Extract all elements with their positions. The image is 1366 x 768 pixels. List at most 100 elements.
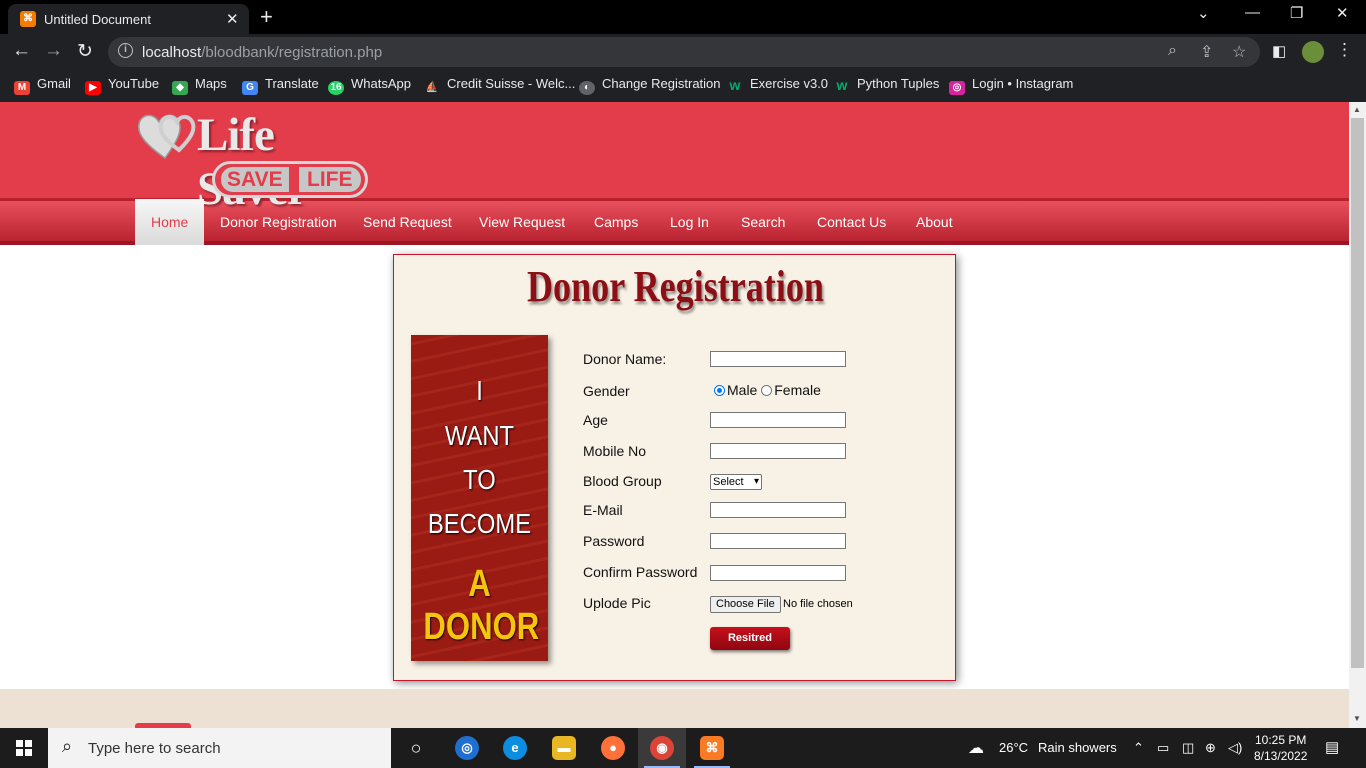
firefox-icon[interactable]: ● bbox=[601, 736, 625, 760]
age-input[interactable] bbox=[710, 412, 846, 428]
page-scrollbar[interactable]: ▲ ▼ bbox=[1349, 102, 1366, 728]
browser-tab[interactable]: ⌘ Untitled Document ✕ bbox=[8, 4, 249, 34]
password-label: Password bbox=[583, 533, 645, 549]
url-text[interactable]: localhost/bloodbank/registration.php bbox=[142, 44, 382, 61]
gender-male-label[interactable]: Male bbox=[727, 382, 757, 398]
bookmark-instagram[interactable]: ◎ Login • Instagram bbox=[949, 76, 1073, 96]
site-logo[interactable]: Life Saver SAVE LIFE bbox=[135, 102, 380, 215]
bookmark-maps[interactable]: ◆ Maps bbox=[172, 76, 227, 96]
xampp-icon[interactable]: ⌘ bbox=[700, 736, 724, 760]
confirm-password-input[interactable] bbox=[710, 565, 846, 581]
profile-avatar[interactable] bbox=[1302, 41, 1324, 63]
bookmark-exercise[interactable]: w Exercise v3.0 bbox=[727, 76, 829, 96]
scroll-up-icon[interactable]: ▲ bbox=[1353, 105, 1361, 114]
gender-male-radio[interactable] bbox=[714, 385, 725, 396]
minimize-icon[interactable]: — bbox=[1245, 4, 1260, 21]
nav-search[interactable]: Search bbox=[741, 199, 785, 245]
blood-group-select[interactable]: Select ▾ bbox=[710, 474, 762, 490]
share-icon[interactable]: ⇪ bbox=[1200, 42, 1213, 62]
nav-donor-registration[interactable]: Donor Registration bbox=[220, 199, 337, 245]
age-label: Age bbox=[583, 412, 608, 428]
chevron-up-icon[interactable]: ⌃ bbox=[1133, 740, 1144, 756]
bookmark-change-registration[interactable]: ◐ Change Registration bbox=[579, 76, 721, 96]
nav-contact-us[interactable]: Contact Us bbox=[817, 199, 886, 245]
bookmark-credit-suisse[interactable]: ⛵ Credit Suisse - Welc... bbox=[424, 76, 576, 96]
nav-about[interactable]: About bbox=[916, 199, 953, 245]
form-title: Donor Registration bbox=[527, 262, 824, 311]
email-input[interactable] bbox=[710, 502, 846, 518]
bookmark-python-tuples[interactable]: w Python Tuples bbox=[834, 76, 940, 96]
whatsapp-icon: 16 bbox=[328, 81, 344, 95]
page-footer bbox=[0, 689, 1349, 728]
windows-start-icon[interactable] bbox=[16, 740, 32, 756]
w3schools-icon: w bbox=[836, 77, 848, 93]
nav-camps[interactable]: Camps bbox=[594, 199, 638, 245]
menu-kebab-icon[interactable]: ⋮ bbox=[1336, 40, 1353, 60]
taskbar-search-box[interactable]: ⌕ Type here to search bbox=[48, 728, 391, 768]
gender-female-radio[interactable] bbox=[761, 385, 773, 396]
donor-name-input[interactable] bbox=[710, 351, 846, 367]
edge-icon[interactable]: e bbox=[503, 736, 527, 760]
task-view-icon[interactable]: ○ bbox=[404, 736, 428, 760]
password-input[interactable] bbox=[710, 533, 846, 549]
browser-toolbar: ← → ↻ i localhost/bloodbank/registration… bbox=[0, 34, 1366, 70]
globe-icon: ◐ bbox=[579, 81, 595, 95]
nav-send-request[interactable]: Send Request bbox=[363, 199, 452, 245]
site-info-icon[interactable]: i bbox=[118, 43, 133, 58]
bookmark-star-icon[interactable]: ☆ bbox=[1232, 42, 1246, 62]
restore-icon[interactable]: ❐ bbox=[1290, 4, 1303, 22]
weather-temp[interactable]: 26°C bbox=[999, 740, 1028, 755]
translate-icon: G bbox=[242, 81, 258, 95]
bookmark-translate[interactable]: G Translate bbox=[242, 76, 319, 96]
bookmark-youtube[interactable]: ▶ YouTube bbox=[85, 76, 159, 96]
nav-log-in[interactable]: Log In bbox=[670, 199, 709, 245]
cortana-icon[interactable]: ◎ bbox=[455, 736, 479, 760]
notifications-icon[interactable]: ▤ bbox=[1325, 738, 1339, 756]
volume-icon[interactable]: ◁) bbox=[1228, 740, 1242, 756]
taskbar-clock[interactable]: 10:25 PM 8/13/2022 bbox=[1254, 732, 1307, 764]
register-submit-button[interactable]: Resitred bbox=[710, 627, 790, 650]
weather-icon[interactable]: ☁ bbox=[968, 738, 984, 758]
scroll-down-icon[interactable]: ▼ bbox=[1353, 714, 1361, 723]
donor-name-label: Donor Name: bbox=[583, 351, 667, 367]
chrome-icon[interactable]: ◉ bbox=[650, 736, 674, 760]
meet-now-icon[interactable]: ◫ bbox=[1182, 740, 1194, 756]
gender-label: Gender bbox=[583, 383, 630, 399]
bookmark-gmail[interactable]: M Gmail bbox=[14, 76, 71, 96]
w3schools-icon: w bbox=[729, 77, 741, 93]
new-tab-icon[interactable]: + bbox=[260, 4, 273, 30]
nav-home[interactable]: Home bbox=[135, 199, 205, 245]
heart-logo-icon bbox=[137, 114, 196, 160]
back-icon[interactable]: ← bbox=[12, 40, 31, 62]
reload-icon[interactable]: ↻ bbox=[77, 40, 93, 63]
close-window-icon[interactable]: ✕ bbox=[1336, 4, 1349, 22]
zoom-icon[interactable]: ⌕ bbox=[1168, 42, 1177, 60]
mobile-input[interactable] bbox=[710, 443, 846, 459]
credit-suisse-sail-icon: ⛵ bbox=[425, 82, 439, 93]
forward-icon[interactable]: → bbox=[44, 40, 63, 62]
instagram-icon: ◎ bbox=[949, 81, 965, 95]
battery-icon[interactable]: ▭ bbox=[1157, 740, 1169, 756]
nav-view-request[interactable]: View Request bbox=[479, 199, 565, 245]
file-explorer-icon[interactable]: ▬ bbox=[552, 736, 576, 760]
blood-group-label: Blood Group bbox=[583, 473, 662, 489]
gmail-icon: M bbox=[14, 81, 30, 95]
tab-search-chevron-icon[interactable]: ⌄ bbox=[1197, 4, 1210, 22]
email-label: E-Mail bbox=[583, 502, 623, 518]
windows-taskbar: ⌕ Type here to search ○ ◎ e ▬ ● ◉ ⌘ ☁ 26… bbox=[0, 728, 1366, 768]
upload-pic-label: Uplode Pic bbox=[583, 595, 651, 611]
side-panel-icon[interactable]: ◧ bbox=[1272, 42, 1286, 60]
close-tab-icon[interactable]: ✕ bbox=[226, 10, 239, 28]
scroll-thumb[interactable] bbox=[1351, 118, 1364, 668]
weather-text[interactable]: Rain showers bbox=[1038, 740, 1117, 755]
bookmark-whatsapp[interactable]: 16 WhatsApp bbox=[328, 76, 411, 96]
gender-female-label[interactable]: Female bbox=[774, 382, 821, 398]
save-life-badge: SAVE LIFE bbox=[212, 161, 368, 198]
address-bar[interactable]: i localhost/bloodbank/registration.php ⌕… bbox=[108, 37, 1260, 67]
choose-file-button[interactable]: Choose File bbox=[710, 596, 781, 613]
network-globe-icon[interactable]: ⊕ bbox=[1205, 740, 1216, 756]
gender-radio-group: Male Female bbox=[714, 382, 821, 398]
chevron-down-icon: ▾ bbox=[753, 476, 759, 487]
browser-tab-strip: ⌘ Untitled Document ✕ + ⌄ — ❐ ✕ bbox=[0, 0, 1366, 34]
youtube-icon: ▶ bbox=[85, 81, 101, 95]
